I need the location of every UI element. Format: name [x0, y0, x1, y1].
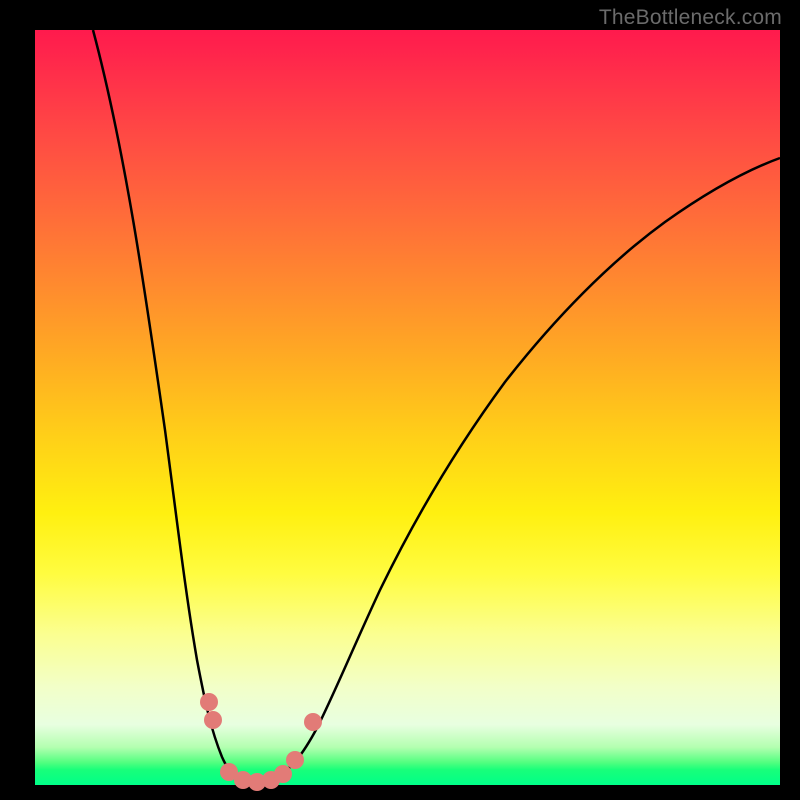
marker-dot: [204, 711, 222, 729]
chart-frame: TheBottleneck.com: [0, 0, 800, 800]
bottleneck-curve: [35, 30, 780, 785]
curve-right-branch: [239, 158, 780, 782]
plot-area: [35, 30, 780, 785]
marker-group: [200, 693, 322, 791]
marker-dot: [286, 751, 304, 769]
watermark-text: TheBottleneck.com: [599, 6, 782, 30]
marker-dot: [304, 713, 322, 731]
curve-left-branch: [93, 30, 239, 780]
marker-dot: [274, 765, 292, 783]
marker-dot: [200, 693, 218, 711]
